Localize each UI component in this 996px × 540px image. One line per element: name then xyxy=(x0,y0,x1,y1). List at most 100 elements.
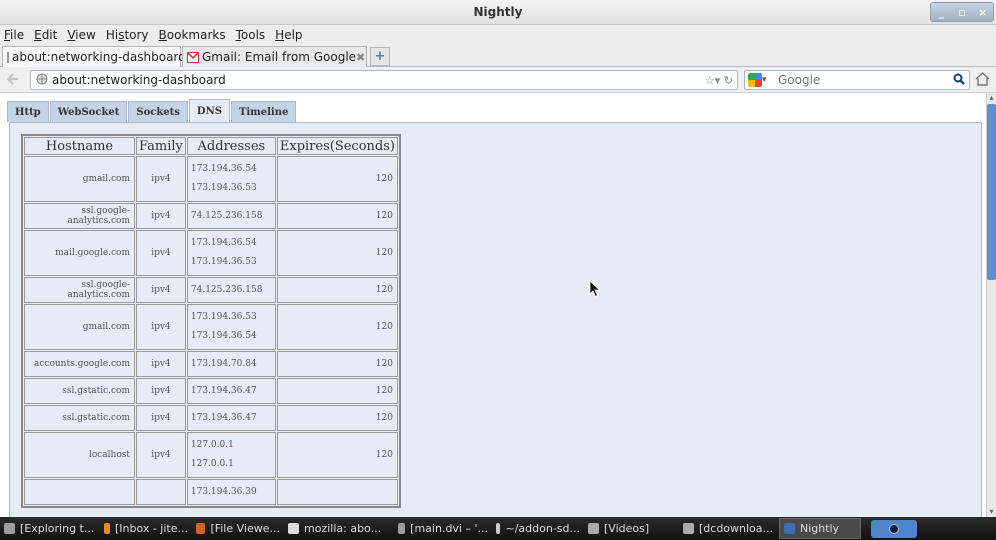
hostname-cell: gmail.com xyxy=(24,156,135,202)
tab-websocket[interactable]: WebSocket xyxy=(49,101,128,122)
table-row: mail.google.com ipv4 173.194.36.54 173.194.… xyxy=(24,230,398,276)
hostname-cell: ssl.google-analytics.com xyxy=(24,277,135,303)
home-icon[interactable] xyxy=(975,72,990,90)
google-icon xyxy=(748,73,762,87)
taskbar-item[interactable]: mozilla: abo... xyxy=(284,518,394,539)
address-value: 74.125.236.158 xyxy=(190,210,263,221)
search-bar[interactable]: ▾ xyxy=(744,70,970,90)
expires-cell: 120 xyxy=(276,277,398,303)
hostname-cell: ssl.google-analytics.com xyxy=(24,203,135,229)
family-cell: ipv4 xyxy=(136,156,186,202)
taskbar-item[interactable]: [dcdownloa... xyxy=(679,518,779,539)
expires-cell: 120 xyxy=(276,156,398,202)
table-header-row: Hostname Family Addresses Expires(Second… xyxy=(24,137,398,155)
window-controls: _ ▫ × xyxy=(930,2,994,22)
table-row: localhost ipv4 127.0.0.1 127.0.0.1 120 xyxy=(24,432,398,478)
hostname-cell: ssl.gstatic.com xyxy=(24,378,135,404)
address-value: 173.194.36.54 xyxy=(190,238,257,248)
url-bar-controls[interactable]: ☆▾ ↻ xyxy=(705,74,733,87)
table-row: 173.194.36.39 xyxy=(24,479,398,505)
tray-icon xyxy=(889,523,899,534)
addresses-cell: 173.194.36.47 xyxy=(186,378,276,404)
app-icon xyxy=(588,523,599,534)
taskbar-item[interactable]: ~/addon-sd... xyxy=(492,518,584,539)
addresses-cell: 74.125.236.158 xyxy=(186,277,276,303)
hostname-cell xyxy=(24,479,135,505)
menu-file[interactable]: File xyxy=(4,28,24,42)
page-icon xyxy=(7,51,9,63)
menu-edit[interactable]: Edit xyxy=(34,28,57,42)
back-icon[interactable] xyxy=(4,71,24,89)
tab-gmail[interactable]: Gmail: Email from Google ✖ xyxy=(182,46,367,67)
taskbar-item[interactable]: [Videos] xyxy=(584,518,679,539)
url-input[interactable] xyxy=(52,73,652,87)
family-cell: ipv4 xyxy=(136,203,186,229)
app-icon xyxy=(4,523,15,534)
app-icon xyxy=(683,523,694,534)
address-value: 127.0.0.1 xyxy=(190,440,234,450)
tab-sockets[interactable]: Sockets xyxy=(128,101,188,122)
family-cell: ipv4 xyxy=(136,230,186,276)
maximize-button[interactable]: ▫ xyxy=(952,3,973,21)
taskbar-item-label: ~/addon-sd... xyxy=(505,522,580,535)
menu-history[interactable]: History xyxy=(106,28,149,42)
family-cell: ipv4 xyxy=(136,405,186,431)
app-icon xyxy=(398,523,406,534)
menu-bookmarks[interactable]: Bookmarks xyxy=(159,28,226,42)
taskbar-item-label: Nightly xyxy=(800,522,840,535)
taskbar-item[interactable]: Nightly xyxy=(779,518,861,539)
hostname-cell: accounts.google.com xyxy=(24,351,135,377)
table-row: ssl.gstatic.com ipv4 173.194.36.47 120 xyxy=(24,405,398,431)
minimize-button[interactable]: _ xyxy=(931,3,952,21)
addresses-cell: 173.194.36.39 xyxy=(186,479,276,505)
page-content: Http WebSocket Sockets DNS Timeline Hostname… xyxy=(0,93,986,517)
close-tab-icon[interactable]: ✖ xyxy=(356,51,365,64)
taskbar-item[interactable]: [main.dvi – '... xyxy=(394,518,492,539)
expires-cell: 120 xyxy=(276,304,398,350)
address-value: 173.194.70.84 xyxy=(190,358,257,369)
tab-dns[interactable]: DNS xyxy=(188,99,230,122)
address-value: 74.125.236.158 xyxy=(190,284,263,295)
scrollbar-thumb[interactable] xyxy=(987,104,996,280)
menu-view[interactable]: View xyxy=(67,28,95,42)
column-header-hostname: Hostname xyxy=(24,137,135,155)
menu-tools[interactable]: Tools xyxy=(236,28,266,42)
table-row: ssl.google-analytics.com ipv4 74.125.236.1… xyxy=(24,203,398,229)
taskbar-item-label: [File Viewe... xyxy=(210,522,280,535)
expires-cell: 120 xyxy=(276,351,398,377)
tab-http[interactable]: Http xyxy=(7,101,49,122)
taskbar-item-label: [Inbox - jite... xyxy=(114,522,188,535)
app-icon xyxy=(784,523,795,534)
address-value: 173.194.36.53 xyxy=(190,312,257,322)
app-icon xyxy=(196,523,206,534)
url-bar[interactable]: ☆▾ ↻ xyxy=(30,70,738,90)
taskbar-item[interactable]: [File Viewe... xyxy=(192,518,284,539)
tab-label: Gmail: Email from Google xyxy=(202,50,357,64)
site-identity-icon[interactable] xyxy=(36,73,48,88)
search-engine-selector[interactable]: ▾ xyxy=(748,72,774,88)
table-row: gmail.com ipv4 173.194.36.53 173.194.36.54 1… xyxy=(24,304,398,350)
mouse-cursor-icon xyxy=(589,280,601,298)
addresses-cell: 173.194.36.54 173.194.36.53 xyxy=(186,156,276,202)
table-row: ssl.google-analytics.com ipv4 74.125.236.1… xyxy=(24,277,398,303)
tab-networking-dashboard[interactable]: about:networking-dashboard ✖ xyxy=(2,46,195,67)
search-input[interactable] xyxy=(778,73,938,87)
vertical-scrollbar[interactable]: ▴ ▾ xyxy=(986,93,996,517)
taskbar-item[interactable]: [Inbox - jite... xyxy=(100,518,192,539)
search-icon[interactable] xyxy=(953,73,965,88)
column-header-family: Family xyxy=(136,137,186,155)
menu-help[interactable]: Help xyxy=(275,28,302,42)
system-taskbar: [Exploring t... [Inbox - jite... [File Vie… xyxy=(0,517,996,540)
expires-cell: 120 xyxy=(276,432,398,478)
column-header-expires: Expires(Seconds) xyxy=(276,137,398,155)
taskbar-item[interactable]: [Exploring t... xyxy=(0,518,100,539)
expires-cell: 120 xyxy=(276,405,398,431)
tab-timeline[interactable]: Timeline xyxy=(230,101,297,122)
taskbar-item-label: [dcdownloa... xyxy=(699,522,774,535)
scroll-down-icon[interactable]: ▾ xyxy=(987,507,996,517)
close-window-button[interactable]: × xyxy=(972,3,993,21)
address-value: 173.194.36.47 xyxy=(190,412,257,423)
tray-indicator[interactable] xyxy=(871,519,917,538)
new-tab-button[interactable]: + xyxy=(370,47,390,66)
scroll-up-icon[interactable]: ▴ xyxy=(987,93,996,103)
